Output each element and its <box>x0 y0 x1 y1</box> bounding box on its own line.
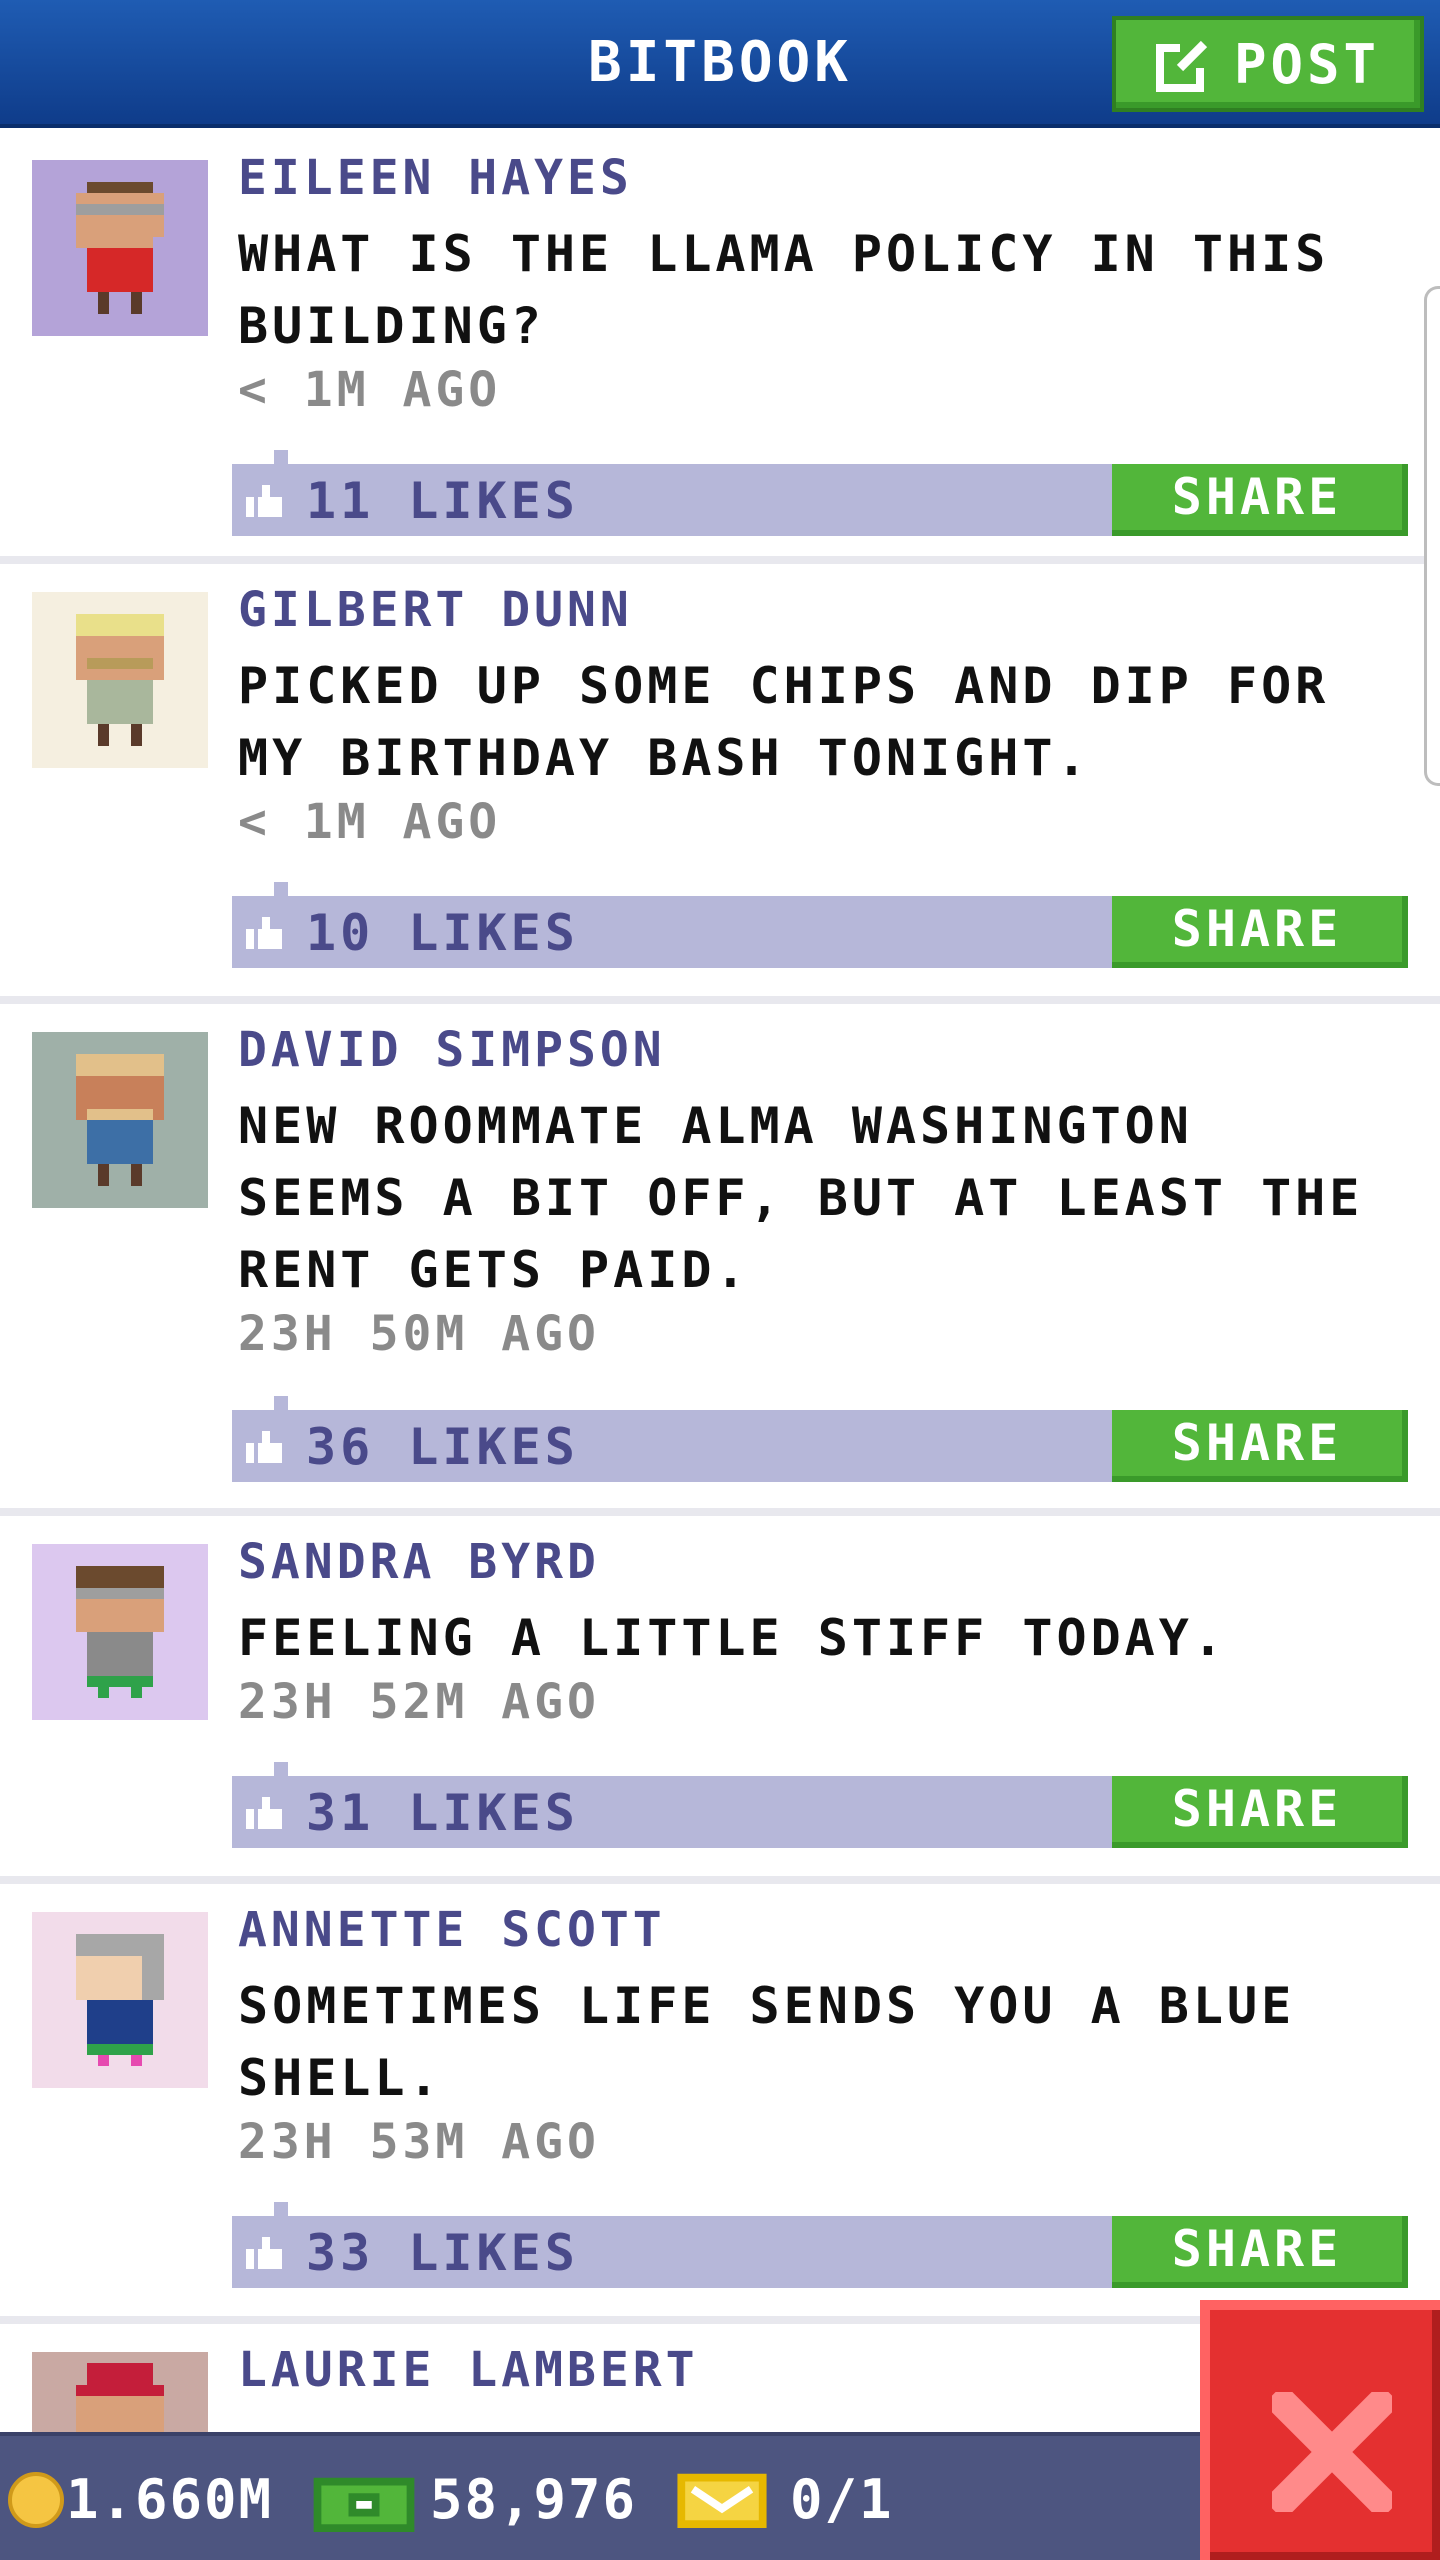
share-button[interactable]: SHARE <box>1112 1410 1408 1482</box>
thumbs-up-icon <box>246 2237 282 2269</box>
avatar[interactable] <box>32 592 208 768</box>
coin-icon <box>8 2472 64 2528</box>
post-text: PICKED UP SOME CHIPS AND DIP FOR MY BIRT… <box>238 657 1330 787</box>
likes-bar: 33 LIKES SHARE <box>232 2202 1408 2288</box>
likes-bar: 36 LIKES SHARE <box>232 1396 1408 1482</box>
post-author[interactable]: SANDRA BYRD <box>238 1534 600 1590</box>
likes-count[interactable]: 36 LIKES <box>306 1418 579 1476</box>
coins-count: 1.660M <box>66 2468 274 2531</box>
feed-post: GILBERT DUNN PICKED UP SOME CHIPS AND DI… <box>0 564 1440 1004</box>
post-time: 23H 53M AGO <box>238 2114 600 2170</box>
post-author[interactable]: LAURIE LAMBERT <box>238 2342 699 2398</box>
post-author[interactable]: DAVID SIMPSON <box>238 1022 666 1078</box>
app-header: BITBOOK POST <box>0 0 1440 128</box>
share-button[interactable]: SHARE <box>1112 2216 1408 2288</box>
likes-count[interactable]: 10 LIKES <box>306 904 579 962</box>
feed-post: DAVID SIMPSON NEW ROOMMATE ALMA WASHINGT… <box>0 1004 1440 1516</box>
avatar-sandra-byrd <box>32 1544 208 1720</box>
close-button[interactable] <box>1200 2300 1440 2560</box>
close-icon <box>1272 2392 1392 2512</box>
share-button[interactable]: SHARE <box>1112 1776 1408 1848</box>
post-button[interactable]: POST <box>1112 16 1424 112</box>
avatar[interactable] <box>32 160 208 336</box>
post-time: 23H 52M AGO <box>238 1674 600 1730</box>
avatar-gilbert-dunn <box>32 592 208 768</box>
bux-icon <box>313 2477 415 2532</box>
bux-count: 58,976 <box>430 2468 638 2531</box>
likes-count[interactable]: 11 LIKES <box>306 472 579 530</box>
thumbs-up-icon <box>246 1431 282 1463</box>
avatar[interactable] <box>32 1544 208 1720</box>
avatar-eileen-hayes <box>32 160 208 336</box>
thumbs-up-icon <box>246 485 282 517</box>
thumbs-up-icon <box>246 917 282 949</box>
compose-icon <box>1155 40 1208 92</box>
likes-bar: 10 LIKES SHARE <box>232 882 1408 968</box>
feed-list[interactable]: EILEEN HAYES WHAT IS THE LLAMA POLICY IN… <box>0 132 1440 2432</box>
post-button-label: POST <box>1233 32 1381 96</box>
likes-bar: 31 LIKES SHARE <box>232 1762 1408 1848</box>
scrollbar[interactable] <box>1424 286 1440 786</box>
avatar-laurie-lambert <box>32 2352 208 2432</box>
post-time: < 1M AGO <box>238 794 502 850</box>
share-button[interactable]: SHARE <box>1112 896 1408 968</box>
likes-count[interactable]: 31 LIKES <box>306 1784 579 1842</box>
post-text: NEW ROOMMATE ALMA WASHINGTON SEEMS A BIT… <box>238 1097 1364 1299</box>
post-time: < 1M AGO <box>238 362 502 418</box>
avatar[interactable] <box>32 2352 208 2432</box>
share-button[interactable]: SHARE <box>1112 464 1408 536</box>
avatar[interactable] <box>32 1912 208 2088</box>
post-text: FEELING A LITTLE STIFF TODAY. <box>238 1609 1227 1667</box>
avatar[interactable] <box>32 1032 208 1208</box>
feed-post: SANDRA BYRD FEELING A LITTLE STIFF TODAY… <box>0 1516 1440 1884</box>
avatar-annette-scott <box>32 1912 208 2088</box>
feed-post: ANNETTE SCOTT SOMETIMES LIFE SENDS YOU A… <box>0 1884 1440 2324</box>
post-author[interactable]: GILBERT DUNN <box>238 582 633 638</box>
likes-bar: 11 LIKES SHARE <box>232 450 1408 536</box>
ticket-icon <box>677 2473 767 2528</box>
avatar-david-simpson <box>32 1032 208 1208</box>
likes-count[interactable]: 33 LIKES <box>306 2224 579 2282</box>
post-author[interactable]: ANNETTE SCOTT <box>238 1902 666 1958</box>
post-author[interactable]: EILEEN HAYES <box>238 150 633 206</box>
thumbs-up-icon <box>246 1797 282 1829</box>
post-text: SOMETIMES LIFE SENDS YOU A BLUE SHELL. <box>238 1977 1296 2107</box>
post-time: 23H 50M AGO <box>238 1306 600 1362</box>
feed-post: EILEEN HAYES WHAT IS THE LLAMA POLICY IN… <box>0 132 1440 564</box>
tickets-count: 0/1 <box>790 2468 894 2531</box>
post-text: WHAT IS THE LLAMA POLICY IN THIS BUILDIN… <box>238 225 1330 355</box>
